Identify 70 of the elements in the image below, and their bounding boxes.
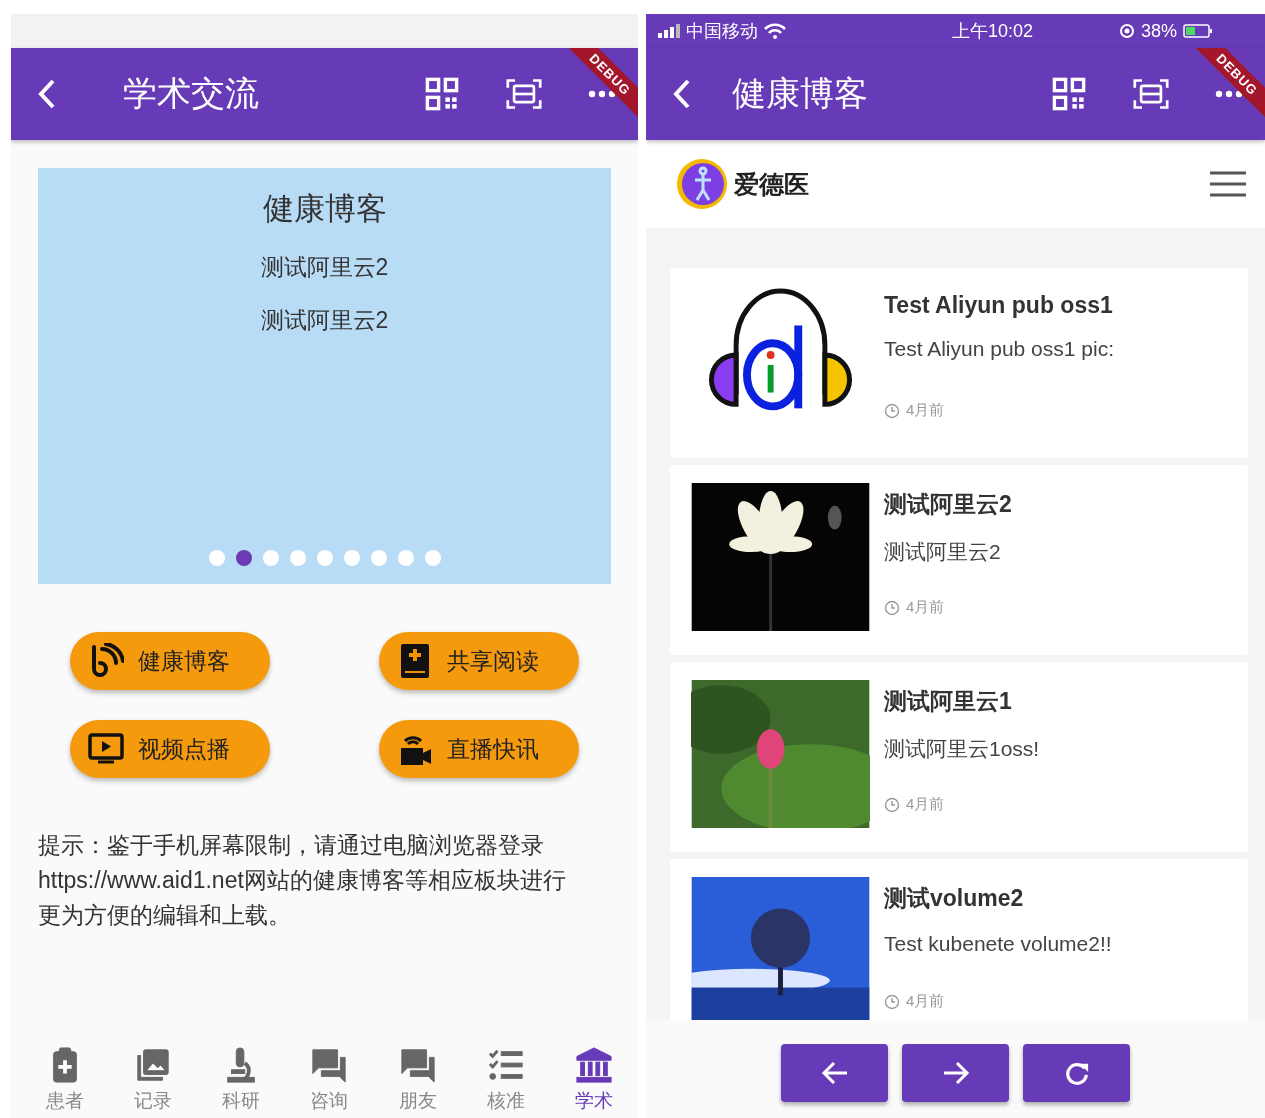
qr-code-icon[interactable]: [1051, 76, 1087, 112]
shortcut-button[interactable]: 直播快讯: [379, 720, 579, 778]
scan-icon[interactable]: [1133, 76, 1169, 112]
shortcut-button[interactable]: 健康博客: [70, 632, 270, 690]
nav-tab[interactable]: 记录: [117, 1046, 190, 1114]
post-summary: 测试阿里云1oss!: [884, 736, 1040, 762]
clock-icon: [884, 796, 900, 813]
back-button[interactable]: [781, 1044, 888, 1102]
post-title: 测试阿里云2: [884, 490, 1012, 519]
post-summary: Test Aliyun pub oss1 pic:: [884, 337, 1114, 361]
shortcut-button[interactable]: 共享阅读: [379, 632, 579, 690]
nav-tab[interactable]: 学术: [557, 1046, 630, 1114]
carousel-dot[interactable]: [343, 550, 360, 566]
post-summary: Test kubenete volume2!!: [884, 932, 1112, 956]
post-time: 4月前: [906, 795, 945, 814]
reload-button[interactable]: [1023, 1044, 1130, 1102]
menu-icon[interactable]: [1209, 170, 1247, 198]
carousel-text: 测试阿里云2: [260, 253, 389, 282]
video-play-icon: [88, 731, 124, 767]
post-card[interactable]: 测试阿里云1 测试阿里云1oss! 4月前: [670, 662, 1248, 852]
post-card[interactable]: Test Aliyun pub oss1 Test Aliyun pub oss1 pic: 4月前: [670, 268, 1248, 458]
clock-text: 上午10:02: [950, 20, 1033, 43]
tip-text: 提示：鉴于手机屏幕限制，请通过电脑浏览器登录https://www.aid1.net网站的健康博客等相应板块进行更为方便的编辑和上载。: [38, 831, 567, 930]
carousel-title: 健康博客: [262, 190, 387, 228]
carousel-dot[interactable]: [424, 550, 441, 566]
carousel-dot[interactable]: [235, 550, 252, 566]
forward-button[interactable]: [902, 1044, 1009, 1102]
qr-code-icon[interactable]: [424, 76, 460, 112]
shortcut-button[interactable]: 视频点播: [70, 720, 270, 778]
page-title: 学术交流: [123, 73, 260, 114]
page-title: 健康博客: [732, 73, 869, 114]
scan-icon[interactable]: [506, 76, 542, 112]
nav-tab[interactable]: 核准: [469, 1046, 542, 1114]
carrier-text: 中国移动: [686, 20, 758, 43]
back-icon[interactable]: [672, 78, 692, 110]
chat-icon: [310, 1046, 349, 1084]
carousel-dot[interactable]: [316, 550, 333, 566]
post-title: Test Aliyun pub oss1: [884, 292, 1114, 319]
brand-name: 爱德医: [734, 168, 810, 200]
chat-icon: [398, 1046, 437, 1084]
bank-icon: [574, 1046, 613, 1084]
carousel-card[interactable]: 健康博客 测试阿里云2 测试阿里云2: [38, 168, 611, 584]
nav-tab[interactable]: 患者: [29, 1046, 101, 1114]
clock-icon: [884, 402, 900, 419]
battery-text: 38%: [1140, 20, 1177, 42]
post-title: 测试volume2: [884, 884, 1025, 913]
arrow-left-icon: [820, 1060, 849, 1086]
carousel-dot[interactable]: [397, 550, 414, 566]
arrow-right-icon: [941, 1060, 970, 1086]
wifi-icon: [764, 23, 786, 39]
carousel-dot[interactable]: [370, 550, 387, 566]
carousel-dot[interactable]: [208, 550, 225, 566]
post-card[interactable]: 测试volume2 Test kubenete volume2!! 4月前: [670, 859, 1248, 1020]
clock-icon: [884, 599, 900, 616]
carousel-dot[interactable]: [289, 550, 306, 566]
post-time: 4月前: [906, 992, 945, 1011]
logo-icon: [676, 158, 728, 210]
post-summary: 测试阿里云2: [884, 539, 1002, 565]
nav-tab[interactable]: 科研: [205, 1046, 278, 1114]
post-card[interactable]: 测试阿里云2 测试阿里云2 4月前: [670, 465, 1248, 655]
back-icon[interactable]: [37, 78, 57, 110]
carousel-text: 测试阿里云2: [260, 306, 389, 335]
post-title: 测试阿里云1: [884, 687, 1013, 716]
clock-icon: [884, 993, 900, 1010]
carousel-dot[interactable]: [262, 550, 279, 566]
battery-icon: [1183, 24, 1213, 38]
rotation-lock-icon: [1118, 23, 1135, 39]
post-time: 4月前: [906, 598, 945, 617]
signal-icon: [658, 24, 680, 38]
post-time: 4月前: [906, 401, 945, 420]
